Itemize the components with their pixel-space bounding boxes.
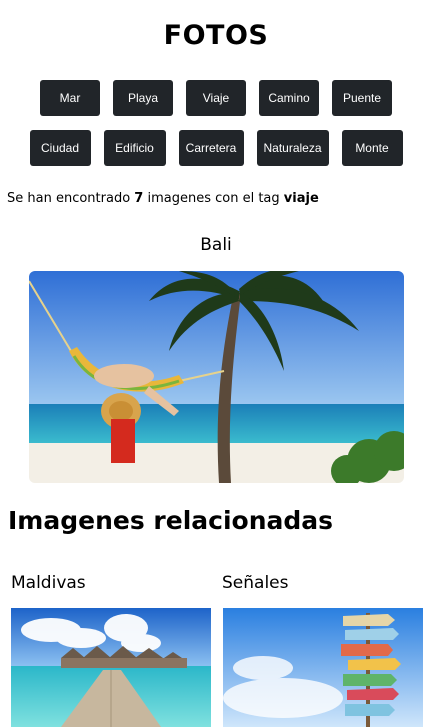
- tag-row-1: Mar Playa Viaje Camino Puente: [0, 80, 432, 116]
- main-photo[interactable]: [29, 271, 404, 483]
- related-photo-senales[interactable]: [223, 608, 423, 727]
- related-section-title: Imagenes relacionadas: [8, 506, 334, 535]
- result-tag: viaje: [283, 191, 319, 206]
- result-prefix: Se han encontrado: [7, 191, 131, 206]
- tag-button-ciudad[interactable]: Ciudad: [29, 130, 91, 166]
- tag-button-playa[interactable]: Playa: [113, 80, 173, 116]
- related-caption-senales: Señales: [222, 573, 289, 593]
- overwater-bungalows-image: [11, 608, 211, 727]
- tag-button-viaje[interactable]: Viaje: [186, 80, 246, 116]
- tag-row-2: Ciudad Edificio Carretera Naturaleza Mon…: [0, 130, 432, 166]
- tag-button-mar[interactable]: Mar: [40, 80, 100, 116]
- main-photo-caption: Bali: [200, 235, 232, 255]
- tag-button-carretera[interactable]: Carretera: [178, 130, 244, 166]
- tag-button-puente[interactable]: Puente: [332, 80, 392, 116]
- result-count: 7: [134, 191, 144, 206]
- tag-button-edificio[interactable]: Edificio: [103, 130, 166, 166]
- tag-button-naturaleza[interactable]: Naturaleza: [256, 130, 329, 166]
- page-title: FOTOS: [163, 20, 269, 51]
- result-middle: imagenes con el tag: [147, 191, 280, 206]
- related-caption-maldivas: Maldivas: [11, 573, 86, 593]
- tag-button-camino[interactable]: Camino: [259, 80, 319, 116]
- related-photo-maldivas[interactable]: [11, 608, 211, 727]
- tag-button-monte[interactable]: Monte: [341, 130, 403, 166]
- result-summary: Se han encontrado 7 imagenes con el tag …: [7, 191, 319, 206]
- beach-hammock-image: [29, 271, 404, 483]
- signpost-image: [223, 608, 423, 727]
